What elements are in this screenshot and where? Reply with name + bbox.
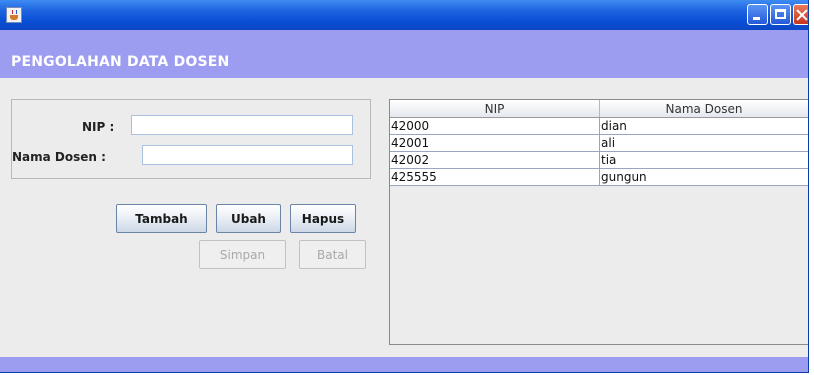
page-title: PENGOLAHAN DATA DOSEN (11, 54, 230, 70)
cell-nama-dosen[interactable]: tia (599, 151, 808, 169)
minimize-icon[interactable] (747, 4, 768, 25)
title-bar[interactable] (0, 0, 808, 30)
form-panel: NIP : Nama Dosen : (11, 99, 371, 179)
batal-button[interactable]: Batal (299, 240, 366, 269)
cell-nip[interactable]: 42001 (390, 134, 600, 152)
maximize-icon[interactable] (770, 4, 791, 25)
column-header-nama-dosen[interactable]: Nama Dosen (599, 100, 808, 118)
table-header-row: NIP Nama Dosen (390, 100, 808, 118)
cell-nip[interactable]: 425555 (390, 168, 600, 186)
header-band: PENGOLAHAN DATA DOSEN (0, 30, 808, 78)
nama-dosen-label: Nama Dosen : (12, 150, 106, 164)
cell-nama-dosen[interactable]: dian (599, 117, 808, 135)
table-row[interactable]: 425555 gungun (390, 168, 808, 186)
cell-nama-dosen[interactable]: ali (599, 134, 808, 152)
close-icon[interactable] (793, 4, 808, 25)
hapus-button[interactable]: Hapus (290, 204, 356, 233)
simpan-button[interactable]: Simpan (199, 240, 286, 269)
table-row[interactable]: 42001 ali (390, 134, 808, 152)
column-header-nip[interactable]: NIP (390, 100, 600, 118)
nama-dosen-input[interactable] (142, 145, 353, 165)
dosen-table-panel[interactable]: NIP Nama Dosen 42000 dian 42001 ali 4200… (389, 99, 808, 345)
nip-label: NIP : (82, 120, 115, 134)
table-row[interactable]: 42000 dian (390, 117, 808, 135)
cell-nama-dosen[interactable]: gungun (599, 168, 808, 186)
table-row[interactable]: 42002 tia (390, 151, 808, 169)
app-window: PENGOLAHAN DATA DOSEN NIP : Nama Dosen :… (0, 0, 809, 373)
tambah-button[interactable]: Tambah (116, 204, 207, 233)
cell-nip[interactable]: 42000 (390, 117, 600, 135)
ubah-button[interactable]: Ubah (216, 204, 281, 233)
footer-band (0, 357, 808, 372)
dosen-table: NIP Nama Dosen 42000 dian 42001 ali 4200… (390, 100, 808, 186)
java-cup-icon[interactable] (6, 7, 22, 23)
cell-nip[interactable]: 42002 (390, 151, 600, 169)
nip-input[interactable] (131, 115, 353, 135)
